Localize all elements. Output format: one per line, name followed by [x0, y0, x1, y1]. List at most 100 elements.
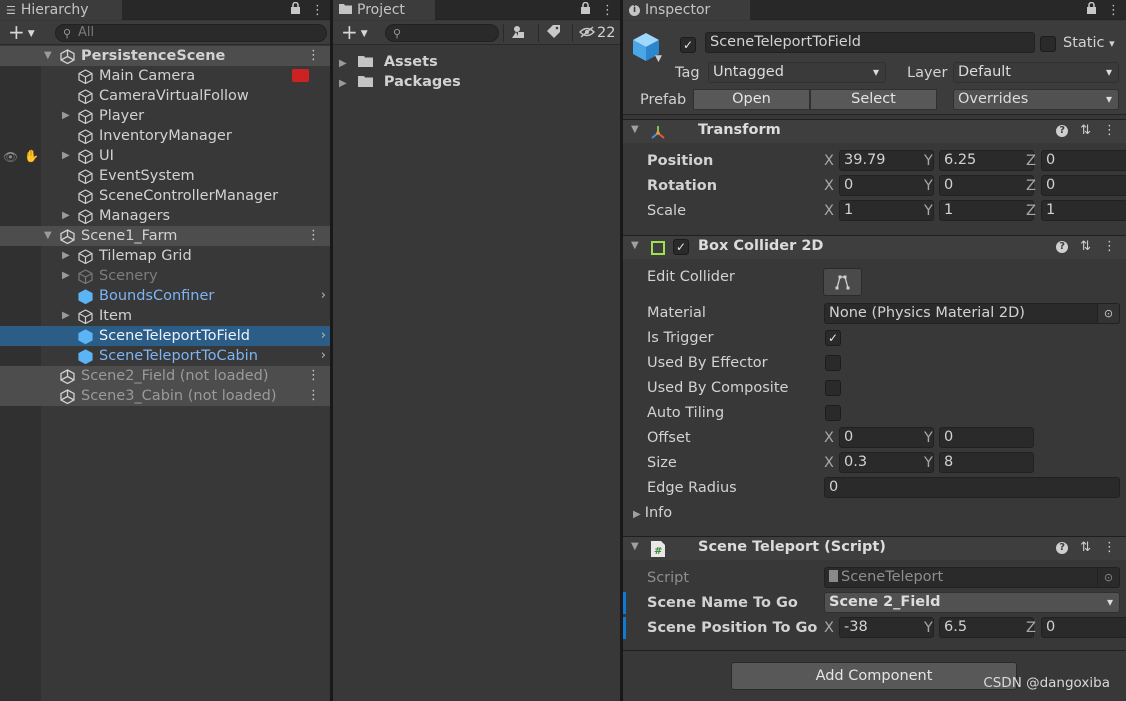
hierarchy-scene-row[interactable]: ▼ Scene1_Farm ⋮ — [0, 226, 330, 246]
hierarchy-row[interactable]: SceneTeleportToCabin › — [0, 346, 330, 366]
is-trigger-checkbox[interactable]: ✓ — [825, 330, 841, 346]
z-value-field[interactable]: 0 — [1041, 175, 1126, 196]
edit-collider-button[interactable] — [823, 268, 862, 296]
z-value-field[interactable]: 0 — [1041, 617, 1126, 638]
box-collider-enabled-checkbox[interactable]: ✓ — [673, 239, 689, 255]
more-options-icon[interactable]: ⋮ — [307, 366, 320, 386]
filter-by-type-icon[interactable] — [512, 25, 526, 42]
folder-packages[interactable]: ▶ Packages — [339, 72, 461, 92]
help-icon[interactable]: ? — [1056, 241, 1069, 253]
hierarchy-row[interactable]: CameraVirtualFollow — [0, 86, 330, 106]
hierarchy-row[interactable]: ▶ Managers — [0, 206, 330, 226]
auto-tiling-checkbox[interactable] — [825, 405, 841, 421]
y-value-field[interactable]: 6.25 — [939, 150, 1034, 171]
object-name-field[interactable]: SceneTeleportToField — [705, 32, 1035, 53]
x-axis-label[interactable]: X — [824, 151, 834, 171]
y-value-field[interactable]: 6.5 — [939, 617, 1034, 638]
hierarchy-row[interactable]: ▶ Tilemap Grid — [0, 246, 330, 266]
chevron-right-icon[interactable]: ▶ — [62, 246, 70, 266]
y-value-field[interactable]: 0 — [939, 427, 1034, 448]
chevron-right-icon[interactable]: ▶ — [62, 266, 70, 286]
layer-dropdown[interactable]: Default — [953, 62, 1119, 83]
prefab-select-button[interactable]: Select — [810, 89, 937, 110]
hierarchy-row[interactable]: ▶ Player — [0, 106, 330, 126]
tab-project[interactable]: Project — [333, 0, 435, 20]
hierarchy-search-input[interactable]: ⚲ All — [55, 24, 327, 42]
x-axis-label[interactable]: X — [824, 453, 834, 473]
y-axis-label[interactable]: Y — [924, 176, 933, 196]
chevron-right-icon[interactable]: ▶ — [62, 106, 70, 126]
add-component-button[interactable]: Add Component — [731, 662, 1017, 690]
y-value-field[interactable]: 8 — [939, 452, 1034, 473]
picking-hand-icon[interactable]: ✋ — [24, 146, 39, 166]
x-value-field[interactable]: -38 — [839, 617, 934, 638]
folder-assets[interactable]: ▶ Assets — [339, 52, 438, 72]
hierarchy-row[interactable]: ▶ Scenery — [0, 266, 330, 286]
x-value-field[interactable]: 0 — [839, 175, 934, 196]
info-foldout[interactable]: ▶ Info — [633, 503, 672, 525]
y-value-field[interactable]: 1 — [939, 200, 1034, 221]
z-value-field[interactable]: 1 — [1041, 200, 1126, 221]
more-options-icon[interactable]: ⋮ — [1103, 239, 1116, 254]
chevron-right-icon[interactable]: ▶ — [62, 206, 70, 226]
tag-icon[interactable] — [547, 25, 560, 41]
presets-icon[interactable]: ⇅ — [1080, 540, 1091, 555]
z-axis-label[interactable]: Z — [1026, 201, 1036, 221]
z-axis-label[interactable]: Z — [1026, 151, 1036, 171]
chevron-down-icon[interactable]: ▼ — [631, 541, 639, 552]
box-collider-header[interactable]: ▼ ✓ Box Collider 2D ? ⇅ ⋮ — [623, 235, 1126, 259]
chevron-right-icon[interactable]: ▶ — [62, 306, 70, 326]
lock-icon[interactable] — [290, 1, 301, 18]
hierarchy-row[interactable]: EventSystem — [0, 166, 330, 186]
tab-inspector[interactable]: i Inspector — [623, 0, 750, 20]
help-icon[interactable]: ? — [1056, 542, 1069, 554]
more-options-icon[interactable]: ⋮ — [307, 226, 320, 246]
create-button[interactable]: + ▼ — [8, 22, 35, 44]
chevron-down-icon[interactable]: ▼ — [44, 46, 52, 66]
y-axis-label[interactable]: Y — [924, 151, 933, 171]
more-options-icon[interactable]: ⋮ — [1103, 123, 1116, 138]
tag-dropdown[interactable]: Untagged — [708, 62, 886, 83]
active-checkbox[interactable]: ✓ — [680, 37, 696, 53]
x-axis-label[interactable]: X — [824, 618, 834, 638]
hierarchy-scene-row[interactable]: Scene3_Cabin (not loaded) ⋮ — [0, 386, 330, 406]
more-options-icon[interactable]: ⋮ — [601, 3, 614, 18]
x-axis-label[interactable]: X — [824, 176, 834, 196]
hierarchy-row[interactable]: SceneControllerManager — [0, 186, 330, 206]
object-picker-icon[interactable]: ⊙ — [1097, 304, 1119, 323]
static-dropdown[interactable]: Static ▾ — [1063, 33, 1115, 54]
x-value-field[interactable]: 1 — [839, 200, 934, 221]
chevron-right-icon[interactable]: › — [321, 326, 326, 346]
more-options-icon[interactable]: ⋮ — [307, 386, 320, 406]
hidden-packages-icon[interactable] — [579, 25, 595, 41]
used-by-effector-checkbox[interactable] — [825, 355, 841, 371]
hierarchy-row[interactable]: InventoryManager — [0, 126, 330, 146]
chevron-down-icon[interactable]: ▼ — [44, 226, 52, 246]
presets-icon[interactable]: ⇅ — [1080, 123, 1091, 138]
chevron-down-icon[interactable]: ▼ — [655, 54, 662, 64]
chevron-down-icon[interactable]: ▼ — [631, 240, 639, 251]
scene-teleport-header[interactable]: ▼ # Scene Teleport (Script) ? ⇅ ⋮ — [623, 536, 1126, 560]
z-value-field[interactable]: 0 — [1041, 150, 1126, 171]
hierarchy-row[interactable]: Main Camera — [0, 66, 330, 86]
x-value-field[interactable]: 0.3 — [839, 452, 934, 473]
hierarchy-scene-row[interactable]: ▼ PersistenceScene ⋮ — [0, 46, 330, 66]
more-options-icon[interactable]: ⋮ — [1107, 3, 1120, 18]
z-axis-label[interactable]: Z — [1026, 176, 1036, 196]
hierarchy-row[interactable]: SceneTeleportToField › — [0, 326, 330, 346]
hierarchy-row[interactable]: ▶ Item — [0, 306, 330, 326]
x-axis-label[interactable]: X — [824, 428, 834, 448]
lock-icon[interactable] — [1086, 1, 1097, 18]
used-by-composite-checkbox[interactable] — [825, 380, 841, 396]
visibility-eye-icon[interactable]: 👁 — [3, 147, 18, 167]
material-field[interactable]: None (Physics Material 2D) ⊙ — [824, 303, 1120, 324]
chevron-down-icon[interactable]: ▼ — [631, 124, 639, 135]
project-search-input[interactable]: ⚲ — [385, 24, 499, 42]
chevron-right-icon[interactable]: ▶ — [62, 146, 70, 166]
hierarchy-row[interactable]: BoundsConfiner › — [0, 286, 330, 306]
y-axis-label[interactable]: Y — [924, 201, 933, 221]
x-axis-label[interactable]: X — [824, 201, 834, 221]
chevron-right-icon[interactable]: › — [321, 286, 326, 306]
transform-header[interactable]: ▼ Transform ? ⇅ ⋮ — [623, 119, 1126, 143]
y-axis-label[interactable]: Y — [924, 618, 933, 638]
